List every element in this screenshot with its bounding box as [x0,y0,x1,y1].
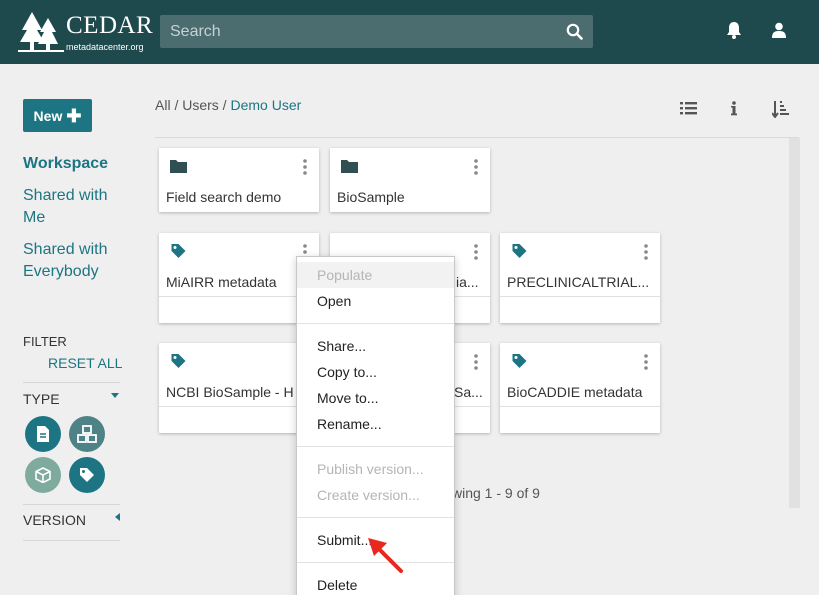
menu-item-delete[interactable]: Delete [317,577,357,593]
resource-title: PRECLINICALTRIAL... [507,274,650,290]
caret-left-icon[interactable] [115,513,120,521]
menu-item-share[interactable]: Share... [317,338,366,354]
new-button[interactable]: New ✚ [23,99,92,132]
logo-title: CEDAR [66,12,154,39]
search-box [160,15,593,48]
field-icon [35,467,51,483]
menu-item-open[interactable]: Open [317,293,351,309]
folder-icon [170,160,187,173]
menu-item-submit[interactable]: Submit... [317,532,372,548]
pagination-status: wing 1 - 9 of 9 [452,485,540,501]
version-filter-label: VERSION [23,512,87,528]
menu-item-populate[interactable]: Populate [317,267,372,283]
annotation-arrow-icon [368,538,403,573]
nav-shared-with-me[interactable]: Shared with Me [23,185,123,229]
card-divider [500,296,660,297]
card-divider [500,406,660,407]
search-icon[interactable] [566,23,583,40]
divider [23,504,120,505]
resource-title: MiAIRR metadata [166,274,277,290]
cedar-logo[interactable]: CEDAR metadatacenter.org [18,10,153,56]
menu-separator [297,517,454,518]
breadcrumb-separator: / [170,97,183,113]
resource-card[interactable]: Field search demo [159,148,319,212]
element-icon [77,425,97,443]
list-view-icon[interactable] [680,101,697,116]
caret-down-icon[interactable] [111,393,119,398]
menu-item-rename[interactable]: Rename... [317,416,382,432]
reset-all-link[interactable]: RESET ALL [48,355,122,371]
instance-icon [80,468,94,482]
divider [23,382,120,383]
breadcrumb-separator: / [218,97,231,113]
resource-card[interactable]: NCBI BioSample - H [159,343,319,433]
folder-icon [341,160,358,173]
divider [23,540,120,541]
tag-icon [171,354,186,368]
type-filter-field[interactable] [25,457,61,493]
menu-item-create-version[interactable]: Create version... [317,487,420,503]
breadcrumb-all[interactable]: All [155,97,171,113]
nav-shared-with-everybody[interactable]: Shared with Everybody [23,239,123,283]
kebab-menu-icon[interactable] [303,159,307,175]
card-divider [159,296,319,297]
resource-card[interactable]: BioSample [330,148,490,212]
resource-title: ia... [456,274,479,290]
info-icon[interactable] [731,101,737,116]
type-filter-instance[interactable] [69,457,105,493]
tag-icon [512,244,527,258]
search-input[interactable] [160,15,560,48]
breadcrumb: All / Users / Demo User [155,97,301,113]
tag-icon [171,244,186,258]
breadcrumb-current[interactable]: Demo User [230,97,301,113]
type-filter-element[interactable] [69,416,105,452]
card-divider [159,406,319,407]
resource-title: BioCADDIE metadata [507,384,643,400]
resource-title: Sa... [454,384,483,400]
menu-item-move-to[interactable]: Move to... [317,390,378,406]
kebab-menu-icon[interactable] [474,244,478,260]
kebab-menu-icon[interactable] [644,244,648,260]
sort-icon[interactable] [772,101,790,118]
resource-title: NCBI BioSample - H [166,384,294,400]
resource-card[interactable]: MiAIRR metadata [159,233,319,323]
type-filter-label: TYPE [23,391,60,407]
tree-logo-icon [18,12,64,52]
template-icon [37,426,49,442]
breadcrumb-users[interactable]: Users [182,97,219,113]
filter-label: FILTER [23,334,67,349]
menu-item-copy-to[interactable]: Copy to... [317,364,377,380]
new-button-label: New [33,107,63,124]
type-filter-template[interactable] [25,416,61,452]
scrollbar[interactable] [789,138,800,508]
plus-icon: ✚ [66,105,82,126]
kebab-menu-icon[interactable] [474,159,478,175]
menu-separator [297,323,454,324]
resource-card[interactable]: PRECLINICALTRIAL... [500,233,660,323]
menu-separator [297,446,454,447]
content-divider [155,137,799,138]
top-header: CEDAR metadatacenter.org [0,0,819,64]
nav-workspace[interactable]: Workspace [23,153,123,175]
resource-title: BioSample [337,189,405,205]
tag-icon [512,354,527,368]
resource-card[interactable]: BioCADDIE metadata [500,343,660,433]
bell-icon[interactable] [726,21,742,39]
kebab-menu-icon[interactable] [644,354,648,370]
menu-item-publish-version[interactable]: Publish version... [317,461,424,477]
kebab-menu-icon[interactable] [474,354,478,370]
user-icon[interactable] [772,22,786,38]
logo-subtitle: metadatacenter.org [66,42,144,52]
resource-title: Field search demo [166,189,282,205]
